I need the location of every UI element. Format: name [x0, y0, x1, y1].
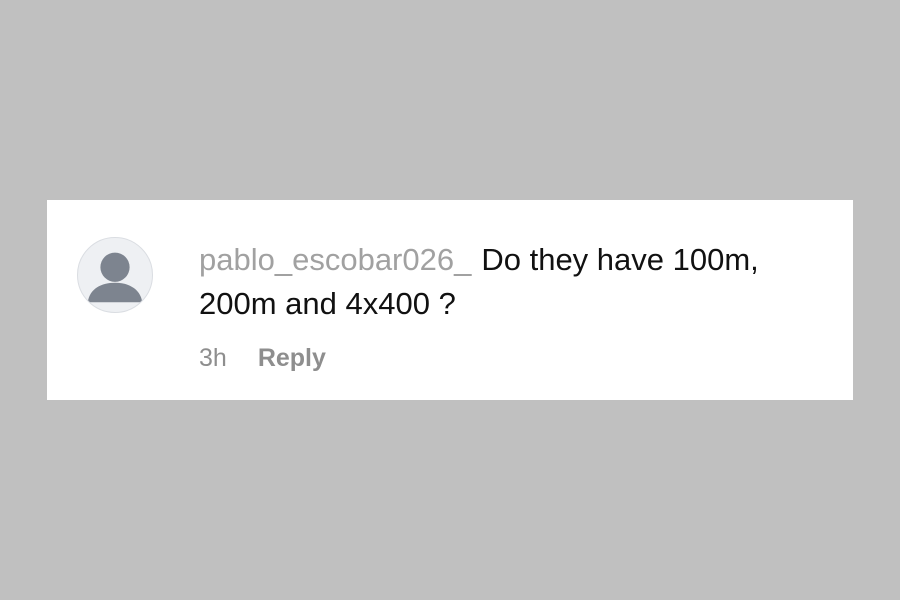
comment-body: pablo_escobar026_ Do they have 100m, 200m…	[199, 238, 829, 326]
comment-meta: 3h Reply	[199, 343, 326, 373]
reply-button[interactable]: Reply	[258, 343, 326, 373]
comment-card: pablo_escobar026_ Do they have 100m, 200m…	[47, 200, 853, 400]
default-user-avatar-icon	[87, 252, 143, 303]
timestamp: 3h	[199, 344, 227, 372]
avatar[interactable]	[77, 237, 153, 313]
username-link[interactable]: pablo_escobar026_	[199, 242, 471, 277]
